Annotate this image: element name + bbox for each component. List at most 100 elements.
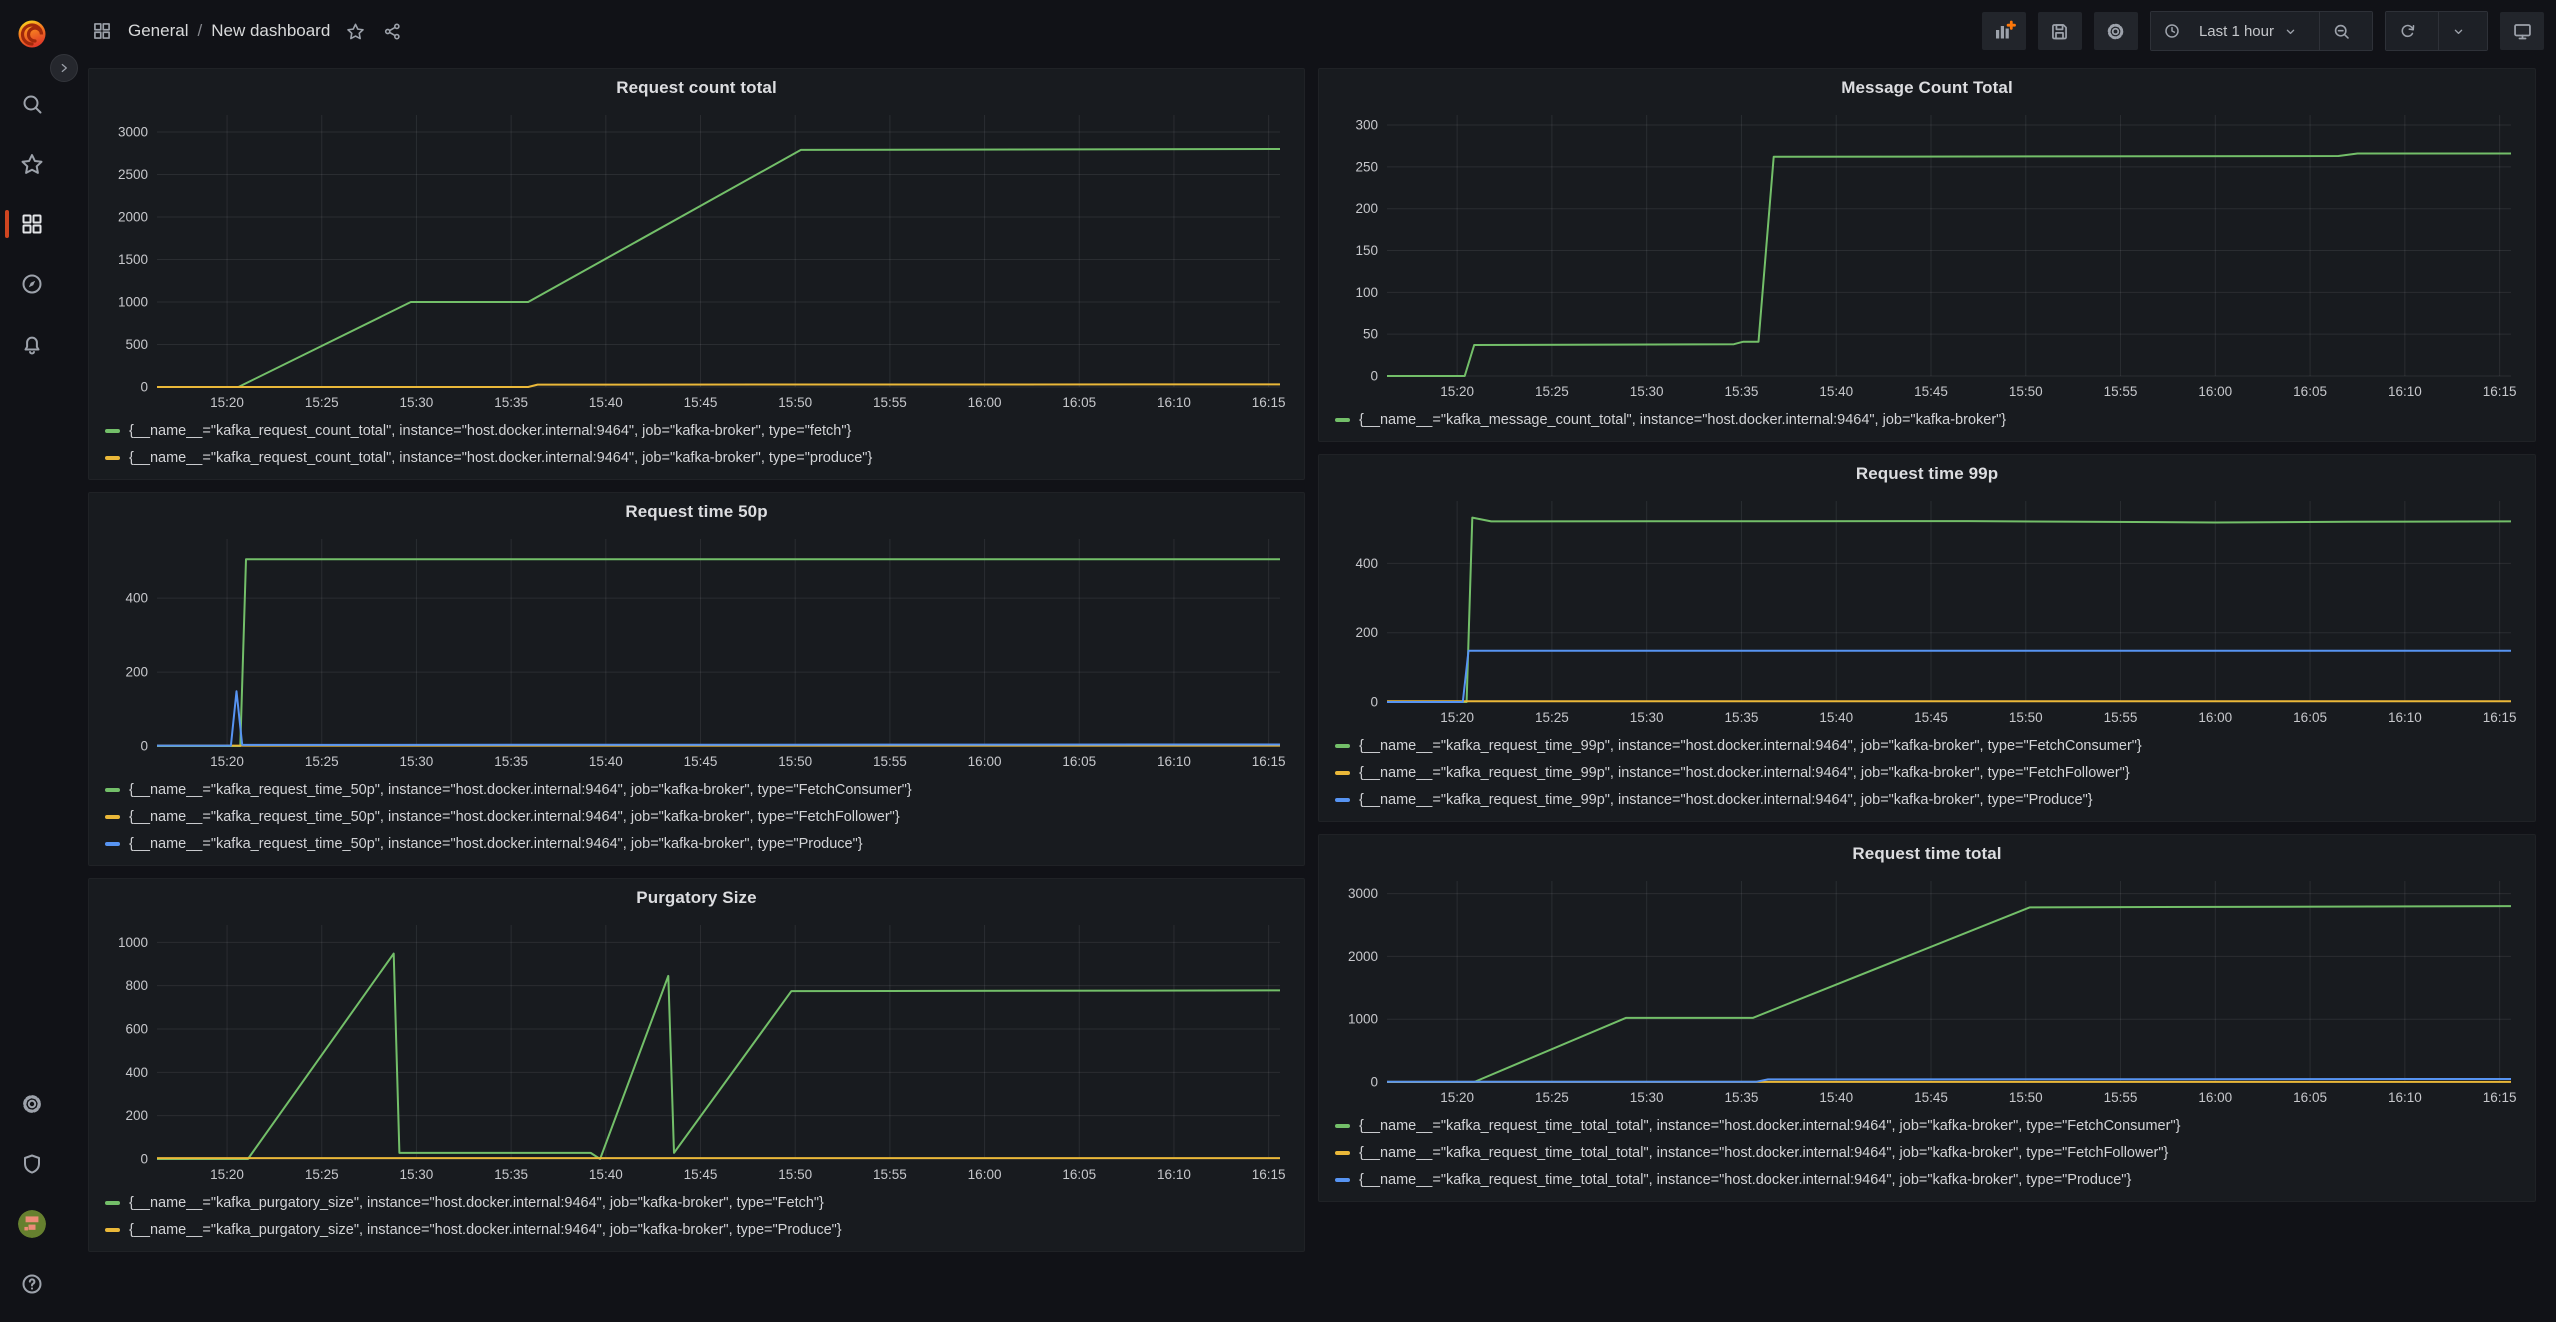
svg-text:15:35: 15:35 <box>1725 1090 1759 1105</box>
sidebar-item-starred[interactable] <box>0 134 64 194</box>
legend-item[interactable]: {__name__="kafka_request_time_99p", inst… <box>1335 759 2525 786</box>
svg-text:15:25: 15:25 <box>305 754 339 769</box>
panel-header[interactable]: Request time 99p <box>1329 459 2525 489</box>
panel-header[interactable]: Message Count Total <box>1329 73 2525 103</box>
svg-text:0: 0 <box>1370 695 1378 710</box>
legend-item[interactable]: {__name__="kafka_purgatory_size", instan… <box>105 1189 1294 1216</box>
breadcrumb-folder[interactable]: General <box>128 21 188 41</box>
panel-header[interactable]: Request time total <box>1329 839 2525 869</box>
sidebar-item-alerting[interactable] <box>0 314 64 374</box>
legend-item[interactable]: {__name__="kafka_message_count_total", i… <box>1335 406 2525 433</box>
series-label: {__name__="kafka_request_time_50p", inst… <box>129 782 912 798</box>
legend-item[interactable]: {__name__="kafka_request_time_total_tota… <box>1335 1139 2525 1166</box>
svg-text:1000: 1000 <box>1348 1012 1378 1027</box>
svg-text:15:45: 15:45 <box>1914 1090 1948 1105</box>
time-series-chart[interactable]: 020040015:2015:2515:3015:3515:4015:4515:… <box>1329 489 2525 729</box>
series-label: {__name__="kafka_request_count_total", i… <box>129 423 851 439</box>
legend-item[interactable]: {__name__="kafka_request_time_50p", inst… <box>105 830 1294 857</box>
time-series-chart[interactable]: 010002000300015:2015:2515:3015:3515:4015… <box>1329 869 2525 1109</box>
legend-item[interactable]: {__name__="kafka_request_time_50p", inst… <box>105 803 1294 830</box>
dashboard-settings-button[interactable] <box>2094 12 2138 50</box>
svg-text:15:40: 15:40 <box>1819 1090 1853 1105</box>
chart-legend: {__name__="kafka_message_count_total", i… <box>1329 406 2525 433</box>
svg-text:15:20: 15:20 <box>210 1167 244 1182</box>
panel-header[interactable]: Request count total <box>99 73 1294 103</box>
svg-text:16:10: 16:10 <box>1157 1167 1191 1182</box>
series-color-swatch <box>1335 798 1350 802</box>
sidebar-item-search[interactable] <box>0 74 64 134</box>
time-range-button[interactable]: Last 1 hour <box>2151 12 2319 50</box>
legend-item[interactable]: {__name__="kafka_request_time_50p", inst… <box>105 776 1294 803</box>
svg-text:15:35: 15:35 <box>1725 384 1759 399</box>
panel-title: Request time 99p <box>1856 464 1998 484</box>
svg-text:15:35: 15:35 <box>1725 710 1759 725</box>
svg-text:200: 200 <box>125 1108 148 1123</box>
sidebar-item-help[interactable] <box>0 1254 64 1314</box>
series-color-swatch <box>105 1201 120 1205</box>
series-label: {__name__="kafka_request_time_total_tota… <box>1359 1118 2180 1134</box>
svg-text:3000: 3000 <box>1348 886 1378 901</box>
series-label: {__name__="kafka_request_time_99p", inst… <box>1359 765 2130 781</box>
cycle-view-mode-button[interactable] <box>2500 12 2544 50</box>
series-color-swatch <box>105 815 120 819</box>
add-panel-button[interactable] <box>1982 12 2026 50</box>
svg-text:16:15: 16:15 <box>1252 395 1286 410</box>
legend-item[interactable]: {__name__="kafka_request_count_total", i… <box>105 417 1294 444</box>
sidebar-item-profile[interactable] <box>0 1194 64 1254</box>
svg-text:250: 250 <box>1355 159 1378 174</box>
svg-text:15:50: 15:50 <box>2009 710 2043 725</box>
svg-text:15:20: 15:20 <box>1440 710 1474 725</box>
svg-text:15:20: 15:20 <box>210 395 244 410</box>
svg-text:0: 0 <box>140 1152 148 1167</box>
panel-request-time-99p: Request time 99p 020040015:2015:2515:301… <box>1318 454 2536 822</box>
svg-text:16:10: 16:10 <box>2388 1090 2422 1105</box>
chart-legend: {__name__="kafka_purgatory_size", instan… <box>99 1189 1294 1243</box>
svg-text:15:30: 15:30 <box>400 754 434 769</box>
svg-text:16:15: 16:15 <box>1252 754 1286 769</box>
favorite-star-button[interactable] <box>344 20 367 43</box>
time-series-chart[interactable]: 020040015:2015:2515:3015:3515:4015:4515:… <box>99 527 1294 773</box>
svg-text:15:30: 15:30 <box>400 1167 434 1182</box>
svg-text:15:25: 15:25 <box>1535 710 1569 725</box>
legend-item[interactable]: {__name__="kafka_request_count_total", i… <box>105 444 1294 471</box>
panel-header[interactable]: Request time 50p <box>99 497 1294 527</box>
svg-text:15:30: 15:30 <box>400 395 434 410</box>
panel-header[interactable]: Purgatory Size <box>99 883 1294 913</box>
time-series-chart[interactable]: 0200400600800100015:2015:2515:3015:3515:… <box>99 913 1294 1186</box>
svg-text:15:20: 15:20 <box>1440 1090 1474 1105</box>
expand-sidebar-button[interactable] <box>50 54 78 82</box>
zoom-out-time-range-button[interactable] <box>2319 12 2372 50</box>
svg-text:16:00: 16:00 <box>968 395 1002 410</box>
svg-text:15:45: 15:45 <box>684 395 718 410</box>
legend-item[interactable]: {__name__="kafka_request_time_total_tota… <box>1335 1166 2525 1193</box>
panel-title: Purgatory Size <box>636 888 756 908</box>
svg-text:2000: 2000 <box>118 210 148 225</box>
breadcrumb-dashboard[interactable]: New dashboard <box>211 21 330 41</box>
legend-item[interactable]: {__name__="kafka_request_time_99p", inst… <box>1335 786 2525 813</box>
legend-item[interactable]: {__name__="kafka_request_time_99p", inst… <box>1335 732 2525 759</box>
svg-text:15:25: 15:25 <box>305 1167 339 1182</box>
series-label: {__name__="kafka_request_time_50p", inst… <box>129 809 900 825</box>
svg-text:15:35: 15:35 <box>494 395 528 410</box>
sidebar-item-explore[interactable] <box>0 254 64 314</box>
svg-text:15:50: 15:50 <box>778 1167 812 1182</box>
svg-text:15:30: 15:30 <box>1630 710 1664 725</box>
legend-item[interactable]: {__name__="kafka_purgatory_size", instan… <box>105 1216 1294 1243</box>
svg-text:16:10: 16:10 <box>2388 384 2422 399</box>
svg-text:0: 0 <box>1370 369 1378 384</box>
sidebar-item-server-admin[interactable] <box>0 1134 64 1194</box>
legend-item[interactable]: {__name__="kafka_request_time_total_tota… <box>1335 1112 2525 1139</box>
svg-text:15:40: 15:40 <box>1819 384 1853 399</box>
share-dashboard-button[interactable] <box>381 20 404 43</box>
svg-text:15:55: 15:55 <box>873 754 907 769</box>
svg-text:400: 400 <box>125 591 148 606</box>
sidebar-item-configuration[interactable] <box>0 1074 64 1134</box>
grafana-logo[interactable] <box>14 16 50 52</box>
refresh-interval-button[interactable] <box>2438 12 2487 50</box>
save-dashboard-button[interactable] <box>2038 12 2082 50</box>
svg-text:15:45: 15:45 <box>684 754 718 769</box>
refresh-dashboard-button[interactable] <box>2386 12 2438 50</box>
sidebar-item-dashboards[interactable] <box>0 194 64 254</box>
time-series-chart[interactable]: 05010015020025030015:2015:2515:3015:3515… <box>1329 103 2525 403</box>
time-series-chart[interactable]: 05001000150020002500300015:2015:2515:301… <box>99 103 1294 414</box>
